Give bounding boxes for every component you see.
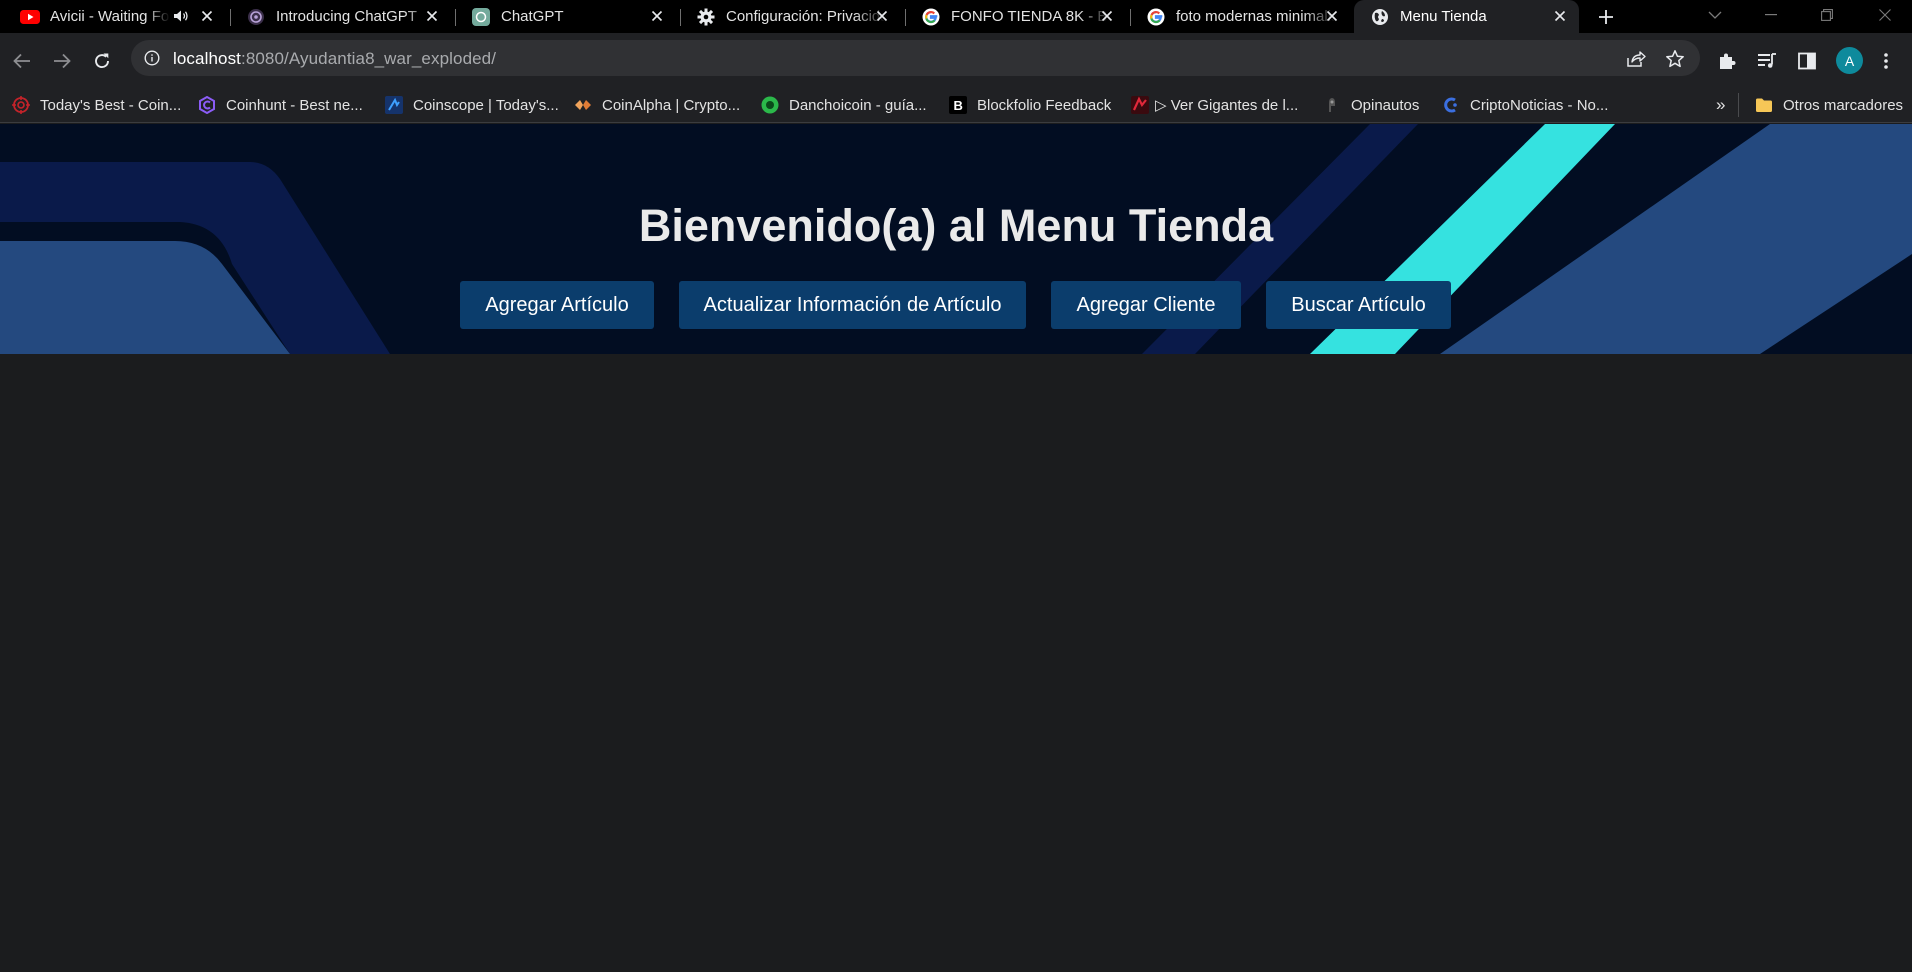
tab-configuracion[interactable]: Configuración: Privacidad xyxy=(676,0,901,33)
coinscope-icon xyxy=(385,96,403,114)
url-text[interactable]: localhost:8080/Ayudantia8_war_exploded/ xyxy=(173,49,496,69)
bookmark-label: ▷ Ver Gigantes de l... xyxy=(1155,97,1299,114)
media-control-icon[interactable] xyxy=(1751,45,1783,77)
bookmark-danchoicoin[interactable]: Danchoicoin - guía... xyxy=(761,94,927,116)
bookmark-label: Danchoicoin - guía... xyxy=(789,96,927,114)
tab-menu-tienda[interactable]: Menu Tienda xyxy=(1354,0,1579,33)
close-icon[interactable] xyxy=(1323,7,1341,25)
reload-button[interactable] xyxy=(86,45,118,77)
youtube-icon xyxy=(20,7,40,27)
url-path: :8080/Ayudantia8_war_exploded/ xyxy=(241,49,497,68)
tab-fonfo-tienda[interactable]: FONFO TIENDA 8K - Buscar xyxy=(901,0,1126,33)
tab-title: Introducing ChatGPT xyxy=(276,8,417,25)
profile-avatar[interactable]: A xyxy=(1836,47,1863,74)
close-window-button[interactable] xyxy=(1862,0,1908,30)
browser-toolbar: localhost:8080/Ayudantia8_war_exploded/ … xyxy=(0,33,1912,88)
bookmark-label: CoinAlpha | Crypto... xyxy=(602,96,741,114)
coinalpha-icon xyxy=(574,96,592,114)
buscar-articulo-button[interactable]: Buscar Artículo xyxy=(1266,281,1451,329)
gigantes-icon xyxy=(1131,96,1149,114)
close-icon[interactable] xyxy=(423,7,441,25)
address-bar[interactable]: localhost:8080/Ayudantia8_war_exploded/ xyxy=(131,40,1700,76)
page-content: Bienvenido(a) al Menu Tienda Agregar Art… xyxy=(0,124,1912,972)
bookmark-label: Coinhunt - Best ne... xyxy=(226,96,363,114)
new-tab-button[interactable] xyxy=(1592,3,1620,31)
extensions-icon[interactable] xyxy=(1711,45,1743,77)
bookmark-gigantes[interactable]: ▷ Ver Gigantes de l... xyxy=(1131,94,1298,116)
share-icon[interactable] xyxy=(1625,48,1647,70)
menu-icon[interactable] xyxy=(1870,45,1902,77)
tab-title: Menu Tienda xyxy=(1400,8,1487,25)
target-icon xyxy=(12,96,30,114)
tab-search-button[interactable] xyxy=(1692,0,1738,30)
bookmarks-bar: Today's Best - Coin... Coinhunt - Best n… xyxy=(0,88,1912,123)
close-icon[interactable] xyxy=(648,7,666,25)
google-icon xyxy=(921,7,941,27)
other-bookmarks-folder[interactable]: Otros marcadores xyxy=(1755,94,1903,116)
bookmark-label: Otros marcadores xyxy=(1783,96,1904,114)
star-icon[interactable] xyxy=(1664,48,1686,70)
hero-header: Bienvenido(a) al Menu Tienda Agregar Art… xyxy=(0,124,1912,354)
tab-title: ChatGPT xyxy=(501,8,564,25)
svg-text:B: B xyxy=(954,98,963,113)
close-icon[interactable] xyxy=(1551,7,1569,25)
bookmarks-overflow-button[interactable]: » xyxy=(1716,94,1725,116)
bookmark-coinhunt[interactable]: Coinhunt - Best ne... xyxy=(198,94,363,116)
tab-foto-modernas[interactable]: foto modernas minimalistas xyxy=(1126,0,1351,33)
bookmark-label: Opinautos xyxy=(1351,96,1420,114)
opinautos-icon xyxy=(1323,96,1341,114)
tab-title: Configuración: Privacidad xyxy=(726,8,886,25)
agregar-cliente-button[interactable]: Agregar Cliente xyxy=(1051,281,1241,329)
info-icon[interactable] xyxy=(143,49,161,67)
page-title: Bienvenido(a) al Menu Tienda xyxy=(638,200,1274,251)
minimize-button[interactable] xyxy=(1748,0,1794,30)
bookmark-blockfolio[interactable]: B Blockfolio Feedback xyxy=(949,94,1111,116)
chatgpt-icon xyxy=(471,7,491,27)
bookmark-label: CriptoNoticias - No... xyxy=(1470,96,1609,114)
blockfolio-icon: B xyxy=(949,96,967,114)
actualizar-articulo-button[interactable]: Actualizar Información de Artículo xyxy=(679,281,1026,329)
bookmark-coinalpha[interactable]: CoinAlpha | Crypto... xyxy=(574,94,740,116)
tab-title: Avicii - Waiting For Love xyxy=(50,8,170,25)
danchoicoin-icon xyxy=(761,96,779,114)
openai-icon xyxy=(246,7,266,27)
bookmark-label: Blockfolio Feedback xyxy=(977,96,1112,114)
bookmark-label: Today's Best - Coin... xyxy=(40,96,182,114)
globe-icon xyxy=(1370,7,1390,27)
close-icon[interactable] xyxy=(1098,7,1116,25)
bookmark-opinautos[interactable]: Opinautos xyxy=(1323,94,1419,116)
coinhunt-icon xyxy=(198,96,216,114)
agregar-articulo-button[interactable]: Agregar Artículo xyxy=(460,281,654,329)
gear-icon xyxy=(696,7,716,27)
menu-nav: Agregar Artículo Actualizar Información … xyxy=(460,281,1451,329)
close-icon[interactable] xyxy=(198,7,216,25)
tab-title: foto modernas minimalistas xyxy=(1176,8,1336,25)
folder-icon xyxy=(1755,96,1773,114)
restore-button[interactable] xyxy=(1804,0,1850,30)
bookmark-criptonoticias[interactable]: CriptoNoticias - No... xyxy=(1442,94,1608,116)
back-button[interactable] xyxy=(6,45,38,77)
bookmarks-divider xyxy=(1738,93,1739,117)
criptonoticias-icon xyxy=(1442,96,1460,114)
forward-button[interactable] xyxy=(46,45,78,77)
bookmark-label: Coinscope | Today's... xyxy=(413,96,559,114)
close-icon[interactable] xyxy=(873,7,891,25)
side-panel-icon[interactable] xyxy=(1791,45,1823,77)
tab-youtube[interactable]: Avicii - Waiting For Love xyxy=(0,0,226,33)
url-host: localhost xyxy=(173,49,241,68)
tab-chatgpt[interactable]: ChatGPT xyxy=(451,0,676,33)
tab-strip: Avicii - Waiting For Love Introducing Ch… xyxy=(0,0,1912,33)
bookmark-coinscope[interactable]: Coinscope | Today's... xyxy=(385,94,559,116)
google-icon xyxy=(1146,7,1166,27)
bookmark-todays-best[interactable]: Today's Best - Coin... xyxy=(12,94,181,116)
speaker-icon[interactable] xyxy=(172,8,190,24)
tab-title: FONFO TIENDA 8K - Buscar xyxy=(951,8,1111,25)
tab-introducing-chatgpt[interactable]: Introducing ChatGPT xyxy=(226,0,451,33)
